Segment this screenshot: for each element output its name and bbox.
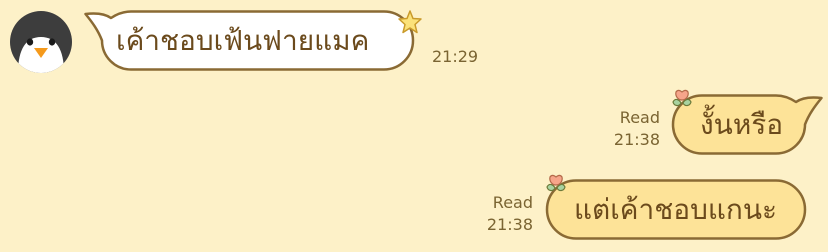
read-status: Read bbox=[619, 108, 660, 127]
outgoing-message-time: 21:38 bbox=[613, 130, 660, 149]
tulip-icon bbox=[672, 89, 692, 107]
incoming-message-text: เค้าชอบเฟ้นฟายแมค bbox=[116, 24, 370, 57]
tulip-icon bbox=[546, 174, 566, 192]
penguin-icon bbox=[10, 11, 72, 73]
outgoing-message-text: แต่เค้าชอบแกนะ bbox=[574, 193, 778, 226]
incoming-message-time: 21:29 bbox=[432, 47, 479, 66]
outgoing-message-text: งั้นหรือ bbox=[700, 108, 784, 141]
read-status: Read bbox=[492, 193, 533, 212]
star-icon bbox=[398, 10, 422, 34]
penguin-avatar[interactable] bbox=[10, 11, 72, 73]
outgoing-message-time: 21:38 bbox=[486, 215, 533, 234]
